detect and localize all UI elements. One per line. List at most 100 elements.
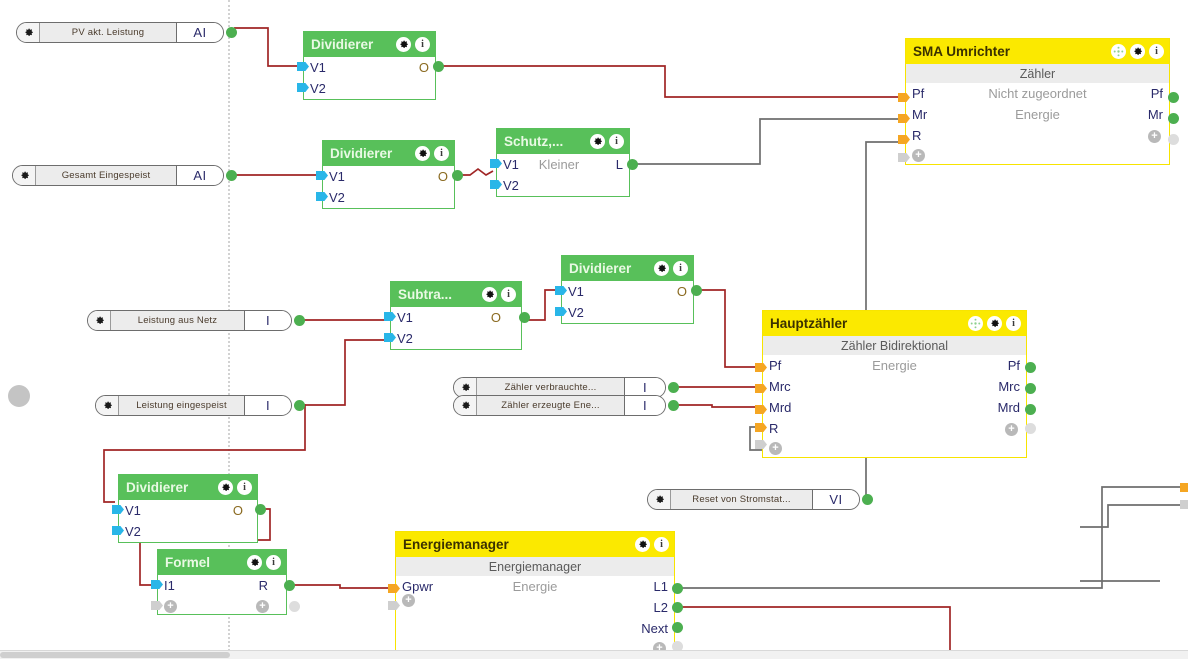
info-icon[interactable]: i [654,537,669,552]
output-port-dot[interactable] [226,27,237,38]
node-header[interactable]: Hauptzähler i [763,311,1026,336]
node-title: Subtra... [398,287,453,302]
info-glyph: i [679,262,682,274]
output-port-next[interactable] [672,622,683,633]
node-title: SMA Umrichter [913,44,1011,59]
output-port-o[interactable] [433,61,444,72]
info-icon[interactable]: i [609,134,624,149]
gear-icon[interactable] [590,134,605,149]
output-port-l[interactable] [627,159,638,170]
node-energiemanager[interactable]: Energiemanager i Energiemanager Gpwr Ene… [395,531,675,658]
gear-icon[interactable] [654,261,669,276]
node-header[interactable]: SMA Umrichter i [906,39,1169,64]
io-pill-gesamt-eingespeist[interactable]: Gesamt Eingespeist AI [12,165,224,186]
gear-icon[interactable] [396,37,411,52]
node-row: Mrc Mrc [763,376,1026,397]
gear-icon[interactable] [648,490,671,509]
node-formel[interactable]: Formel i I1 R + + [157,549,287,615]
io-pill-leistung-eingespeist[interactable]: Leistung eingespeist I [95,395,292,416]
output-port-mr[interactable] [1168,113,1179,124]
info-icon[interactable]: i [434,146,449,161]
output-label: L2 [653,600,668,615]
io-pill-reset-von-stromstatistik[interactable]: Reset von Stromstat... VI [647,489,860,510]
node-sma-umrichter[interactable]: SMA Umrichter i Zähler Pf Nicht zugeordn… [905,38,1170,165]
node-schutz[interactable]: Schutz,... i V1 Kleiner L V2 [496,128,630,197]
output-port-l1[interactable] [672,583,683,594]
add-input-button[interactable]: + [164,597,177,613]
output-port-dot[interactable] [668,400,679,411]
output-port-dot[interactable] [226,170,237,181]
output-port-o[interactable] [255,504,266,515]
input-label: I1 [164,578,175,593]
node-header[interactable]: Formel i [158,550,286,575]
scrollbar-thumb[interactable] [0,652,230,658]
output-port-dot[interactable] [668,382,679,393]
node-header[interactable]: Dividierer i [304,32,435,57]
info-icon[interactable]: i [673,261,688,276]
gear-icon[interactable] [635,537,650,552]
node-header[interactable]: Schutz,... i [497,129,629,154]
canvas-marker-dot [8,385,30,407]
info-icon[interactable]: i [1006,316,1021,331]
node-header[interactable]: Dividierer i [323,141,454,166]
gear-icon[interactable] [13,166,36,185]
output-port-pf[interactable] [1168,92,1179,103]
output-port-placeholder[interactable] [1025,423,1036,434]
gear-icon[interactable] [1130,44,1145,59]
node-body: V1 O V2 [562,281,693,323]
output-label: Pf [1150,86,1163,101]
gear-icon[interactable] [482,287,497,302]
output-port-r[interactable] [284,580,295,591]
node-dividierer-3[interactable]: Dividierer i V1 O V2 [561,255,694,324]
horizontal-scrollbar[interactable] [0,650,1188,659]
output-port-l2[interactable] [672,602,683,613]
offscreen-input-port-gray[interactable] [1180,500,1188,509]
info-icon[interactable]: i [415,37,430,52]
output-port-o[interactable] [691,285,702,296]
info-icon[interactable]: i [266,555,281,570]
info-icon[interactable]: i [1149,44,1164,59]
node-dividierer-1[interactable]: Dividierer i V1 O V2 [303,31,436,100]
output-port-placeholder[interactable] [289,601,300,612]
output-port-dot[interactable] [294,315,305,326]
node-subtrahierer[interactable]: Subtra... i V1 O V2 [390,281,522,350]
node-dividierer-4[interactable]: Dividierer i V1 O V2 [118,474,258,543]
io-pill-zaehler-erzeugte-energie[interactable]: Zähler erzeugte Ene... I [453,395,666,416]
offscreen-input-port-orange[interactable] [1180,483,1188,492]
flow-editor-canvas[interactable]: PV akt. Leistung AI Gesamt Eingespeist A… [0,0,1188,659]
gear-icon[interactable] [454,396,477,415]
node-header[interactable]: Energiemanager i [396,532,674,557]
output-port-dot[interactable] [862,494,873,505]
add-input-button[interactable]: + [402,591,415,607]
gear-icon[interactable] [96,396,119,415]
gear-icon[interactable] [218,480,233,495]
gear-icon[interactable] [987,316,1002,331]
gear-icon[interactable] [415,146,430,161]
add-output-button[interactable]: + [1148,127,1161,143]
gear-icon[interactable] [247,555,262,570]
add-output-button[interactable]: + [256,597,269,613]
output-port-mrd[interactable] [1025,404,1036,415]
output-port-o[interactable] [452,170,463,181]
move-icon[interactable] [1111,44,1126,59]
output-port-o[interactable] [519,312,530,323]
output-port-placeholder[interactable] [1168,134,1179,145]
io-pill-leistung-aus-netz[interactable]: Leistung aus Netz I [87,310,292,331]
gear-icon[interactable] [17,23,40,42]
info-icon[interactable]: i [501,287,516,302]
node-hauptzaehler[interactable]: Hauptzähler i Zähler Bidirektional Pf En… [762,310,1027,458]
gear-icon[interactable] [88,311,111,330]
output-port-mrc[interactable] [1025,383,1036,394]
output-port-dot[interactable] [294,400,305,411]
output-port-pf[interactable] [1025,362,1036,373]
node-header[interactable]: Dividierer i [119,475,257,500]
node-dividierer-2[interactable]: Dividierer i V1 O V2 [322,140,455,209]
move-icon[interactable] [968,316,983,331]
add-output-button[interactable]: + [1005,420,1018,436]
add-input-button[interactable]: + [912,146,925,162]
node-header[interactable]: Dividierer i [562,256,693,281]
info-icon[interactable]: i [237,480,252,495]
io-pill-pv-akt-leistung[interactable]: PV akt. Leistung AI [16,22,224,43]
node-header[interactable]: Subtra... i [391,282,521,307]
add-input-button[interactable]: + [769,439,782,455]
